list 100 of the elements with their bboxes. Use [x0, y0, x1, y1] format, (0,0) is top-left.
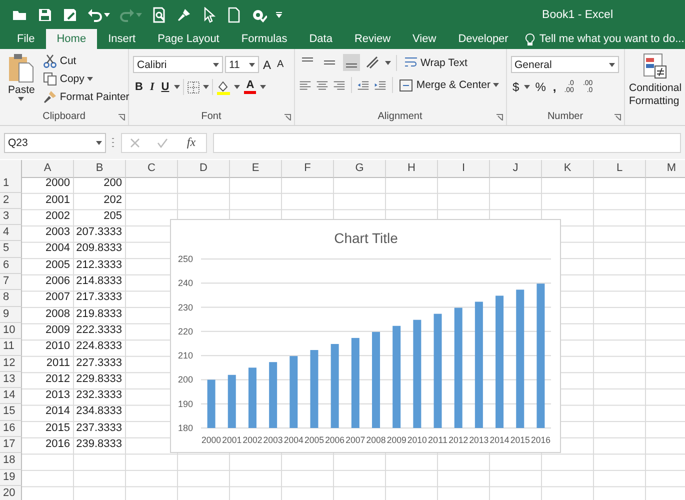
column-header[interactable]: F [282, 160, 334, 178]
shrink-font-button[interactable]: A [275, 58, 286, 71]
column-header[interactable]: G [334, 160, 386, 178]
axis-tick-label: 200 [178, 374, 193, 385]
align-center-icon[interactable] [316, 78, 328, 92]
formula-input[interactable] [213, 132, 681, 152]
format-painter-button[interactable]: Format Painter [40, 89, 132, 105]
table-cell-text: 200 [102, 176, 123, 192]
number-format-field[interactable]: General [510, 56, 618, 73]
row-header[interactable]: 3 [0, 208, 22, 226]
save-icon[interactable] [37, 6, 53, 22]
orientation-icon[interactable] [364, 55, 380, 70]
column-header[interactable]: D [178, 160, 230, 178]
font-size-field[interactable]: 11 [225, 56, 259, 73]
row-header[interactable]: 19 [0, 470, 22, 486]
name-box[interactable]: Q23 [4, 132, 106, 152]
dialog-launcher-icon[interactable] [118, 114, 125, 121]
percent-button[interactable]: % [533, 79, 548, 95]
row-header[interactable]: 14 [0, 388, 22, 404]
row-header[interactable]: 9 [0, 306, 22, 323]
caret-icon[interactable] [104, 12, 110, 16]
cut-button[interactable]: Cut [40, 53, 132, 69]
brush-icon[interactable] [176, 6, 192, 22]
column-header[interactable]: L [594, 160, 646, 178]
italic-button[interactable]: I [148, 80, 156, 94]
align-bottom-icon[interactable] [342, 54, 360, 71]
dialog-launcher-icon[interactable] [284, 114, 290, 121]
currency-button[interactable]: $ [510, 79, 522, 95]
column-header[interactable]: C [126, 160, 178, 178]
row-header[interactable]: 18 [0, 453, 22, 470]
row-header[interactable]: 12 [0, 356, 22, 372]
row-header[interactable]: 6 [0, 258, 22, 274]
ribbon-tab[interactable]: Page Layout [146, 29, 230, 49]
caret-icon [524, 85, 530, 89]
dialog-launcher-icon[interactable] [614, 114, 621, 121]
row-header[interactable]: 20 [0, 486, 22, 500]
ribbon-tab[interactable]: Review [343, 29, 402, 49]
row-header[interactable]: 8 [0, 290, 22, 307]
window-title: Book1 - Excel [542, 8, 613, 20]
wrap-text-button[interactable]: Wrap Text [402, 55, 470, 70]
tell-me-field[interactable]: Tell me what you want to do... [539, 33, 684, 45]
row-header[interactable]: 13 [0, 372, 22, 388]
increase-indent-icon[interactable] [374, 78, 387, 92]
table-cell-text: 212.3333 [75, 258, 123, 273]
ribbon-tab[interactable]: Developer [447, 29, 520, 49]
row-header[interactable]: 17 [0, 437, 22, 454]
ribbon-tab[interactable]: View [402, 29, 448, 49]
axis-tick-label: 2014 [490, 435, 510, 445]
row-header[interactable]: 10 [0, 322, 22, 340]
align-left-icon[interactable] [298, 78, 311, 92]
column-header[interactable]: H [386, 160, 438, 178]
row-header[interactable]: 11 [0, 339, 22, 356]
paste-button[interactable]: Paste [4, 53, 39, 111]
row-header[interactable]: 5 [0, 241, 22, 258]
table-cell-text: 2004 [44, 241, 71, 256]
comma-button[interactable]: , [550, 79, 558, 95]
ribbon-tab[interactable]: Formulas [230, 29, 298, 49]
column-header[interactable]: A [22, 160, 74, 178]
ribbon-tab[interactable]: Data [298, 29, 344, 49]
insert-function-button[interactable]: fx [184, 134, 198, 151]
row-header[interactable]: 16 [0, 420, 22, 438]
column-header[interactable]: B [74, 160, 126, 178]
column-header[interactable]: J [490, 160, 542, 178]
ribbon-tab[interactable]: Insert [97, 29, 147, 49]
row-header[interactable]: 2 [0, 192, 22, 209]
caret-icon [493, 83, 500, 87]
decrease-indent-icon[interactable] [356, 78, 370, 92]
axis-tick-label: 2013 [469, 435, 490, 445]
borders-icon[interactable] [187, 80, 200, 94]
column-header[interactable]: M [646, 160, 685, 178]
table-cell-text: 234.8333 [75, 404, 123, 420]
print-preview-icon[interactable] [151, 6, 167, 22]
align-right-icon[interactable] [333, 78, 346, 92]
customize-caret-icon[interactable] [276, 12, 282, 18]
grow-font-button[interactable]: A [261, 56, 274, 72]
font-name-field[interactable]: Calibri [133, 56, 223, 73]
undo-icon[interactable] [87, 6, 103, 22]
dialog-launcher-icon[interactable] [496, 114, 502, 121]
bold-button[interactable]: B [133, 80, 145, 94]
row-header[interactable]: 4 [0, 225, 22, 242]
underline-button[interactable]: U [159, 80, 172, 94]
row-header[interactable]: 15 [0, 404, 22, 421]
chart-area[interactable]: Chart Title 180 190 200 210 220 230 240 250 2000200120022003200420052006 2007200820092010 20112012201320142015 2016 [170, 219, 561, 453]
new-document-icon[interactable] [226, 6, 242, 22]
column-header[interactable]: E [230, 160, 282, 178]
fill-color-icon[interactable] [216, 80, 232, 94]
merge-center-button[interactable]: Merge & Center [397, 78, 502, 92]
conditional-formatting-button[interactable]: Conditional Formatting [625, 49, 685, 108]
column-header[interactable]: K [542, 160, 594, 178]
row-header[interactable]: 7 [0, 274, 22, 290]
table-cell-text: 2005 [44, 258, 71, 273]
column-header[interactable]: I [438, 160, 490, 178]
group-label: Clipboard [42, 111, 86, 124]
ribbon-tab[interactable]: File [6, 29, 46, 49]
ribbon-tab[interactable]: Home [46, 29, 98, 49]
row-header[interactable]: 1 [0, 176, 22, 193]
copy-button[interactable]: Copy [40, 71, 132, 87]
scissors-icon [42, 54, 57, 68]
save-as-icon[interactable] [62, 6, 78, 22]
font-color-button[interactable]: A [243, 80, 258, 94]
